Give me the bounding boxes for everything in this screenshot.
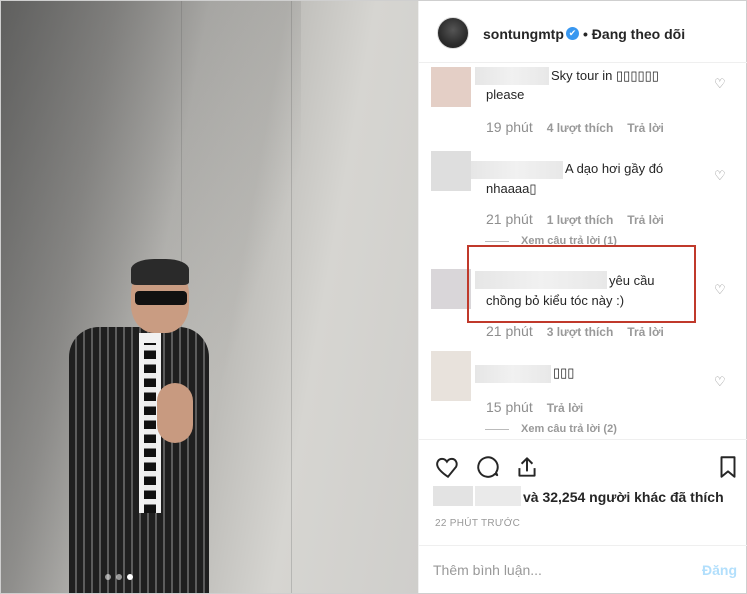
- heart-icon[interactable]: ♡: [714, 375, 727, 388]
- post-actions: và 32,254 người khác đã thích 22 PHÚT TR…: [419, 439, 747, 529]
- comment-time: 21 phút: [486, 211, 533, 227]
- verified-icon: ✔: [566, 27, 579, 40]
- post-time[interactable]: 22 PHÚT TRƯỚC: [435, 518, 520, 529]
- comments-list[interactable]: Sky tour in ▯▯▯▯▯▯ please ♡ 19 phút 4 lư…: [419, 63, 747, 439]
- add-comment-bar: Đăng: [419, 545, 747, 593]
- blurred-username: [475, 365, 551, 383]
- blurred-liker-name: [475, 486, 521, 506]
- comment-icon[interactable]: [475, 454, 501, 480]
- comment-input[interactable]: [433, 560, 673, 580]
- reply-button[interactable]: Trả lời: [627, 325, 664, 339]
- blurred-username: [475, 67, 549, 85]
- bookmark-icon[interactable]: [715, 454, 741, 480]
- comment-meta: 15 phút Trả lời: [486, 399, 583, 415]
- heart-icon[interactable]: [435, 454, 461, 480]
- heart-icon[interactable]: ♡: [714, 169, 727, 182]
- comment-text: ▯▯▯: [553, 365, 575, 380]
- carousel-dots[interactable]: [105, 574, 133, 580]
- blurred-username: [471, 161, 563, 179]
- carousel-dot-active[interactable]: [127, 574, 133, 580]
- comment-avatar[interactable]: [431, 351, 471, 401]
- reply-button[interactable]: Trả lời: [547, 401, 584, 415]
- carousel-dot[interactable]: [116, 574, 122, 580]
- comment-time: 21 phút: [486, 323, 533, 339]
- comment-text: Sky tour in ▯▯▯▯▯▯: [551, 68, 659, 83]
- view-replies[interactable]: Xem câu trả lời (2): [485, 423, 617, 435]
- post-button[interactable]: Đăng: [702, 562, 737, 578]
- comment-meta: 21 phút 3 lượt thích Trả lời: [486, 323, 664, 339]
- wall-seam: [291, 1, 292, 593]
- heart-icon[interactable]: ♡: [714, 283, 727, 296]
- comment-meta: 19 phút 4 lượt thích Trả lời: [486, 119, 664, 135]
- comment-avatar[interactable]: [431, 67, 471, 107]
- comment-likes[interactable]: 1 lượt thích: [547, 213, 614, 227]
- comment-avatar[interactable]: [431, 151, 471, 191]
- comment-time: 15 phút: [486, 399, 533, 415]
- liker-avatars[interactable]: [433, 486, 473, 506]
- post-sidebar: sontungmtp ✔ • Đang theo dõi Sky tour in…: [418, 1, 747, 593]
- username[interactable]: sontungmtp: [483, 26, 564, 42]
- comment-likes[interactable]: 4 lượt thích: [547, 121, 614, 135]
- avatar[interactable]: [437, 17, 469, 49]
- comment-meta: 21 phút 1 lượt thích Trả lời: [486, 211, 664, 227]
- comment-likes[interactable]: 3 lượt thích: [547, 325, 614, 339]
- reply-button[interactable]: Trả lời: [627, 121, 664, 135]
- comment-text: A dạo hơi gầy đó: [565, 161, 664, 176]
- comment-time: 19 phút: [486, 119, 533, 135]
- likes-summary[interactable]: và 32,254 người khác đã thích: [523, 489, 724, 505]
- comment-text: please: [486, 87, 525, 102]
- share-icon[interactable]: [514, 454, 540, 480]
- following-status[interactable]: • Đang theo dõi: [583, 26, 685, 42]
- comment-text: nhaaaa▯: [486, 181, 537, 196]
- person-figure: [61, 259, 211, 593]
- heart-icon[interactable]: ♡: [714, 77, 727, 90]
- post-photo[interactable]: [1, 1, 418, 593]
- highlight-box: [467, 245, 696, 323]
- comment-avatar[interactable]: [431, 269, 471, 309]
- carousel-dot[interactable]: [105, 574, 111, 580]
- post-header: sontungmtp ✔ • Đang theo dõi: [419, 1, 747, 63]
- reply-button[interactable]: Trả lời: [627, 213, 664, 227]
